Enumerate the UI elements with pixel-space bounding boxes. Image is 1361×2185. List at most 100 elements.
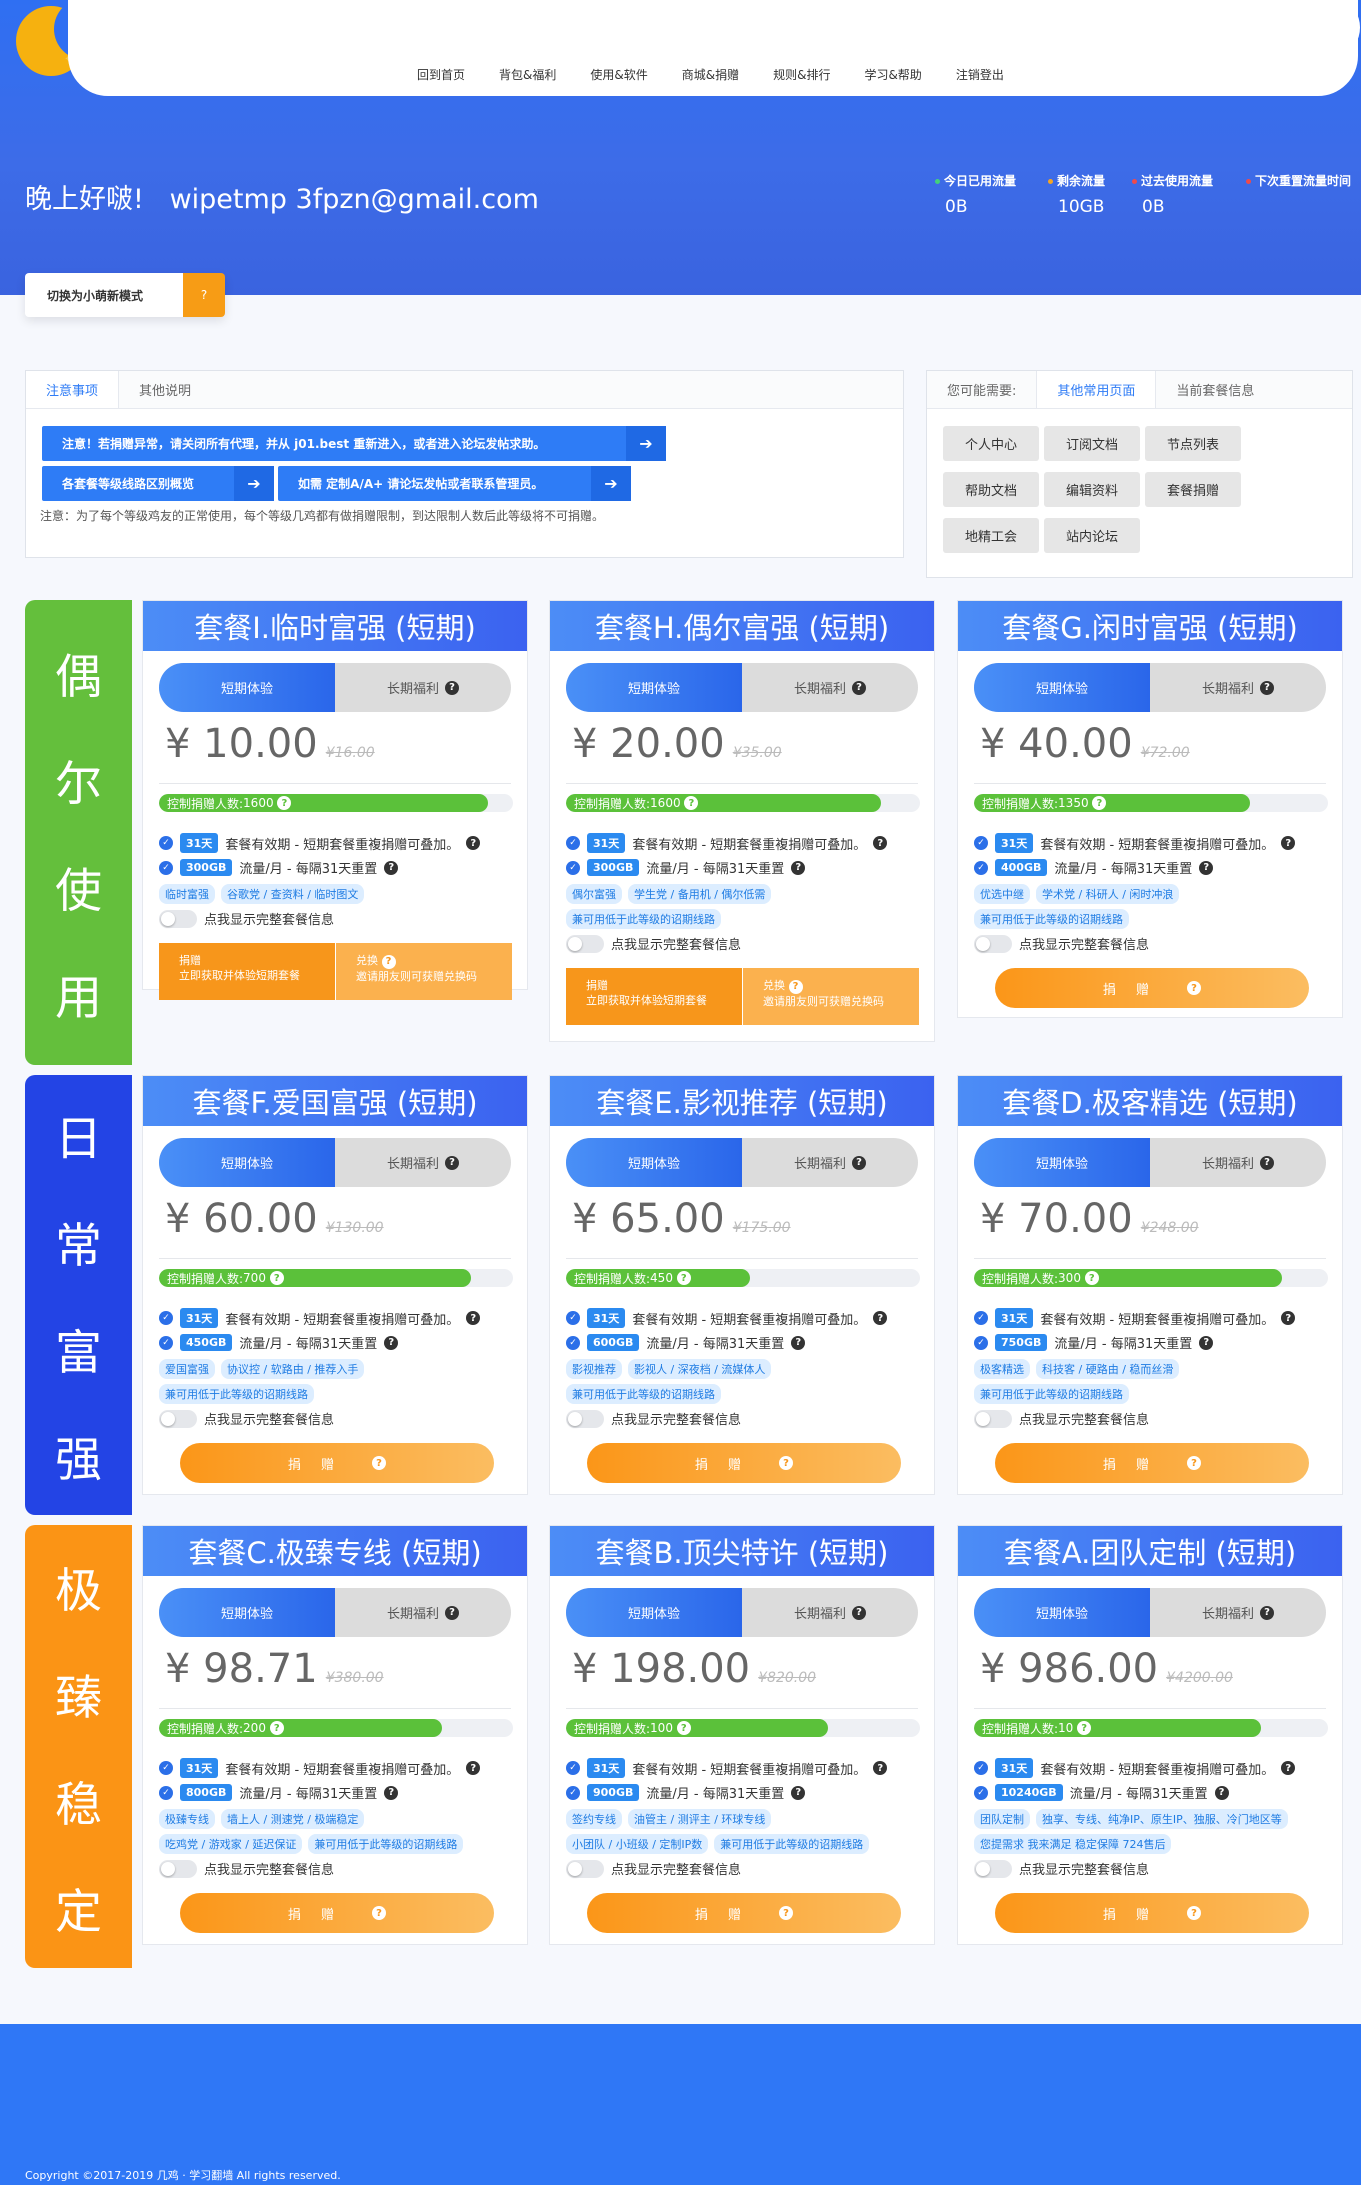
detail-toggle[interactable]: 点我显示完整套餐信息 bbox=[159, 909, 334, 928]
plan-term-toggle[interactable]: 短期体验 长期福利? bbox=[566, 1138, 918, 1187]
notice-button-custom[interactable]: 如需 定制A/A+ 请论坛发帖或者联系管理员。 ➔ bbox=[278, 466, 631, 501]
tab-long-term[interactable]: 长期福利? bbox=[742, 1588, 918, 1637]
plan-card: 套餐G.闲时富强 (短期) 短期体验 长期福利? ¥ 40.00 ¥72.00 控制捐赠人… bbox=[957, 600, 1343, 1018]
link-plan-donate[interactable]: 套餐捐赠 bbox=[1145, 472, 1241, 507]
help-icon: ? bbox=[445, 1155, 459, 1170]
tab-long-term[interactable]: 长期福利? bbox=[335, 1138, 511, 1187]
user-email: wipetmp 3fpzn@gmail.com bbox=[169, 184, 539, 215]
original-price: ¥130.00 bbox=[325, 1220, 384, 1236]
plan-term-toggle[interactable]: 短期体验 长期福利? bbox=[974, 1138, 1326, 1187]
link-edit-profile[interactable]: 编辑资料 bbox=[1044, 472, 1140, 507]
donate-button[interactable]: 捐 赠? bbox=[180, 1893, 494, 1933]
tab-long-term[interactable]: 长期福利? bbox=[1150, 663, 1326, 712]
link-forum[interactable]: 站内论坛 bbox=[1044, 518, 1140, 553]
help-icon: ? bbox=[852, 1155, 866, 1170]
tab-short-term[interactable]: 短期体验 bbox=[974, 1138, 1150, 1187]
tab-notice[interactable]: 注意事项 bbox=[26, 371, 120, 408]
redeem-button[interactable]: 兑换 ? 邀请朋友则可获赠兑换码 bbox=[335, 943, 512, 1000]
nav-home[interactable]: 回到首页 bbox=[400, 66, 482, 83]
plan-term-toggle[interactable]: 短期体验 长期福利? bbox=[974, 663, 1326, 712]
toggle-switch[interactable] bbox=[974, 1409, 1012, 1428]
donate-button[interactable]: 捐 赠? bbox=[587, 1893, 901, 1933]
tab-long-term[interactable]: 长期福利? bbox=[1150, 1138, 1326, 1187]
tab-current-plan[interactable]: 当前套餐信息 bbox=[1156, 371, 1274, 408]
tab-short-term[interactable]: 短期体验 bbox=[974, 1588, 1150, 1637]
tab-short-term[interactable]: 短期体验 bbox=[566, 663, 742, 712]
traffic-line: ✓ 300GB 流量/月 - 每隔31天重置? bbox=[159, 858, 399, 877]
plan-tag: 影视推荐 bbox=[566, 1359, 622, 1379]
detail-toggle[interactable]: 点我显示完整套餐信息 bbox=[566, 1409, 741, 1428]
toggle-switch[interactable] bbox=[974, 934, 1012, 953]
nav-backpack[interactable]: 背包&福利 bbox=[482, 66, 573, 83]
help-icon: ? bbox=[873, 1761, 888, 1775]
toggle-switch[interactable] bbox=[566, 1409, 604, 1428]
detail-toggle[interactable]: 点我显示完整套餐信息 bbox=[159, 1859, 334, 1878]
detail-toggle[interactable]: 点我显示完整套餐信息 bbox=[974, 1409, 1149, 1428]
redeem-button[interactable]: 兑换 ? 邀请朋友则可获赠兑换码 bbox=[742, 968, 919, 1025]
toggle-switch[interactable] bbox=[159, 909, 197, 928]
tab-short-term[interactable]: 短期体验 bbox=[159, 663, 335, 712]
detail-toggle[interactable]: 点我显示完整套餐信息 bbox=[974, 1859, 1149, 1878]
tab-short-term[interactable]: 短期体验 bbox=[566, 1588, 742, 1637]
plan-term-toggle[interactable]: 短期体验 长期福利? bbox=[566, 663, 918, 712]
link-subscribe-docs[interactable]: 订阅文档 bbox=[1044, 426, 1140, 461]
nav-logout[interactable]: 注销登出 bbox=[939, 66, 1021, 83]
status-dot-icon bbox=[1246, 179, 1251, 184]
help-icon: ? bbox=[788, 979, 803, 994]
mode-switch-label[interactable]: 切换为小萌新模式 bbox=[25, 273, 183, 317]
detail-toggle[interactable]: 点我显示完整套餐信息 bbox=[566, 1859, 741, 1878]
nav-software[interactable]: 使用&软件 bbox=[573, 66, 664, 83]
toggle-switch[interactable] bbox=[566, 934, 604, 953]
detail-toggle[interactable]: 点我显示完整套餐信息 bbox=[566, 934, 741, 953]
original-price: ¥175.00 bbox=[732, 1220, 791, 1236]
detail-toggle[interactable]: 点我显示完整套餐信息 bbox=[974, 934, 1149, 953]
link-profile[interactable]: 个人中心 bbox=[943, 426, 1039, 461]
toggle-switch[interactable] bbox=[974, 1859, 1012, 1878]
nav-rules[interactable]: 规则&排行 bbox=[756, 66, 847, 83]
tab-short-term[interactable]: 短期体验 bbox=[159, 1138, 335, 1187]
plan-term-toggle[interactable]: 短期体验 长期福利? bbox=[159, 1138, 511, 1187]
tab-short-term[interactable]: 短期体验 bbox=[566, 1138, 742, 1187]
notice-button-overview[interactable]: 各套餐等级线路区别概览 ➔ bbox=[42, 466, 274, 501]
link-help-docs[interactable]: 帮助文档 bbox=[943, 472, 1039, 507]
plan-term-toggle[interactable]: 短期体验 长期福利? bbox=[566, 1588, 918, 1637]
tab-short-term[interactable]: 短期体验 bbox=[974, 663, 1150, 712]
donate-button[interactable]: 捐 赠? bbox=[995, 1443, 1309, 1483]
tab-short-term[interactable]: 短期体验 bbox=[159, 1588, 335, 1637]
toggle-switch[interactable] bbox=[159, 1859, 197, 1878]
mode-switch[interactable]: 切换为小萌新模式 ? bbox=[25, 273, 225, 317]
link-goblin-guild[interactable]: 地精工会 bbox=[943, 518, 1039, 553]
nav-help[interactable]: 学习&帮助 bbox=[847, 66, 938, 83]
donate-button[interactable]: 捐赠 立即获取并体验短期套餐 bbox=[159, 943, 335, 1000]
tab-common-pages[interactable]: 其他常用页面 bbox=[1037, 371, 1157, 408]
donor-limit-bar: 控制捐赠人数: 1600 ? bbox=[159, 794, 513, 812]
donate-button[interactable]: 捐 赠? bbox=[587, 1443, 901, 1483]
help-icon: ? bbox=[384, 860, 399, 875]
detail-toggle[interactable]: 点我显示完整套餐信息 bbox=[159, 1409, 334, 1428]
tab-long-term[interactable]: 长期福利? bbox=[742, 1138, 918, 1187]
tab-long-term[interactable]: 长期福利? bbox=[335, 1588, 511, 1637]
help-icon: ? bbox=[676, 1721, 691, 1735]
tab-other-notes[interactable]: 其他说明 bbox=[119, 371, 211, 408]
tab-long-term[interactable]: 长期福利? bbox=[742, 663, 918, 712]
plan-term-toggle[interactable]: 短期体验 长期福利? bbox=[159, 1588, 511, 1637]
donate-button[interactable]: 捐 赠? bbox=[180, 1443, 494, 1483]
notice-button-abnormal[interactable]: 注意！若捐赠异常，请关闭所有代理，并从 j01.best 重新进入，或者进入论坛… bbox=[42, 426, 666, 461]
tab-long-term[interactable]: 长期福利? bbox=[1150, 1588, 1326, 1637]
help-icon[interactable]: ? bbox=[183, 273, 225, 317]
tab-long-term[interactable]: 长期福利? bbox=[335, 663, 511, 712]
link-node-list[interactable]: 节点列表 bbox=[1145, 426, 1241, 461]
plan-term-toggle[interactable]: 短期体验 长期福利? bbox=[159, 663, 511, 712]
plan-term-toggle[interactable]: 短期体验 长期福利? bbox=[974, 1588, 1326, 1637]
nav-shop[interactable]: 商城&捐赠 bbox=[665, 66, 756, 83]
donate-button[interactable]: 捐 赠? bbox=[995, 968, 1309, 1008]
help-icon: ? bbox=[445, 1605, 459, 1620]
toggle-switch[interactable] bbox=[566, 1859, 604, 1878]
plan-title: 套餐C.极臻专线 (短期) bbox=[143, 1526, 527, 1576]
plan-tags-extra: 小团队 / 小班级 / 定制IP数 兼可用低于此等级的诏期线路 bbox=[566, 1834, 870, 1854]
toggle-switch[interactable] bbox=[159, 1409, 197, 1428]
donate-button[interactable]: 捐赠 立即获取并体验短期套餐 bbox=[566, 968, 742, 1025]
donate-button[interactable]: 捐 赠? bbox=[995, 1893, 1309, 1933]
plan-tag: 偶尔富强 bbox=[566, 884, 622, 904]
check-icon: ✓ bbox=[159, 1311, 173, 1325]
